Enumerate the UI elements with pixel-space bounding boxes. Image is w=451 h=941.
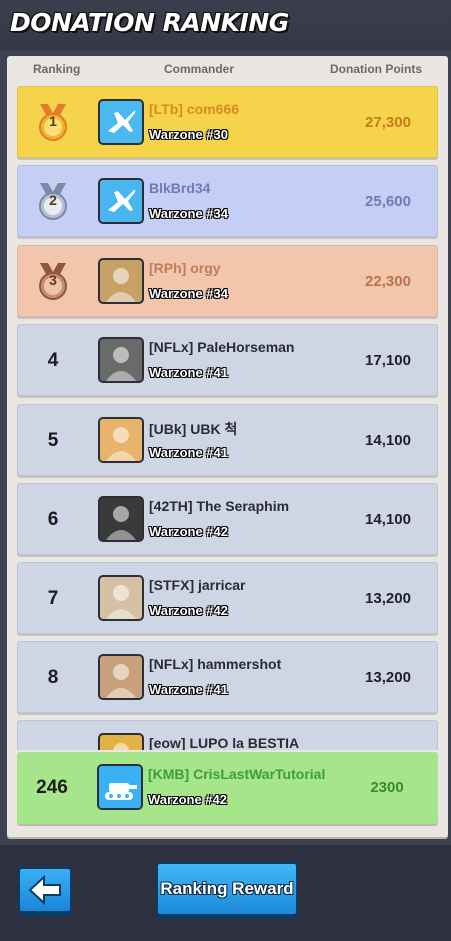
portrait-icon [98, 733, 144, 750]
ranking-reward-button[interactable]: Ranking Reward [156, 862, 298, 916]
rank-number: 7 [47, 588, 59, 609]
donation-points: 17,100 [365, 352, 411, 369]
rank-number: 2 [49, 192, 57, 208]
table-row[interactable]: 1 [LTb] com666 Warzone #30 27,300 [17, 86, 438, 158]
portrait-icon [98, 337, 144, 383]
portrait-icon [98, 496, 144, 542]
rank-number: 8 [47, 667, 59, 688]
warzone-label: Warzone #41 [149, 445, 228, 460]
warzone-label: Warzone #41 [149, 682, 228, 697]
header-commander: Commander [164, 62, 235, 76]
portrait-icon [98, 654, 144, 700]
back-button[interactable] [18, 867, 72, 913]
table-row[interactable]: 3 [RPh] orgy Warzone #34 22,300 [17, 245, 438, 317]
warzone-label: Warzone #41 [149, 365, 228, 380]
portrait-icon [98, 417, 144, 463]
my-rank: 246 [36, 777, 68, 798]
table-row[interactable]: 5 [UBk] UBK 척 Warzone #41 14,100 [17, 404, 438, 476]
ranking-panel: Ranking Commander Donation Points 1 [LTb]… [7, 56, 448, 837]
table-row[interactable]: 8 [NFLx] hammershot Warzone #41 13,200 [17, 641, 438, 713]
table-row[interactable]: 7 [STFX] jarricar Warzone #42 13,200 [17, 562, 438, 634]
tank-icon [97, 764, 143, 810]
commander-name: [RPh] orgy [149, 260, 221, 276]
warzone-label: Warzone #34 [149, 286, 228, 301]
donation-points: 14,100 [365, 432, 411, 449]
header-points: Donation Points [330, 62, 422, 76]
rank-number: 6 [47, 509, 59, 530]
my-donation-points: 2300 [370, 779, 404, 796]
portrait-icon [98, 575, 144, 621]
commander-name: [еоw] LUPO la BESTIA [149, 735, 300, 750]
warzone-label: Warzone #42 [149, 603, 228, 618]
commander-name: [NFLx] hammershot [149, 656, 282, 672]
header-ranking: Ranking [33, 62, 81, 76]
donation-points: 13,200 [365, 590, 411, 607]
ranking-list[interactable]: 1 [LTb] com666 Warzone #30 27,300 2 BlkBrd34 W… [7, 84, 448, 750]
table-row[interactable]: 4 [NFLx] PaleHorseman Warzone #41 17,100 [17, 324, 438, 396]
portrait-icon [98, 258, 144, 304]
warzone-label: Warzone #30 [149, 127, 228, 142]
commander-name: [UBk] UBK 척 [149, 421, 238, 437]
plane-icon [98, 178, 144, 224]
rank-number: 3 [49, 272, 57, 288]
my-ranking-row: 246 [KMB] CrisLastWarTutorial Warzone #4… [17, 752, 438, 824]
warzone-label: Warzone #34 [149, 206, 228, 221]
plane-icon [98, 99, 144, 145]
commander-name: [STFX] jarricar [149, 577, 246, 593]
commander-name: BlkBrd34 [149, 180, 211, 196]
donation-points: 27,300 [365, 114, 411, 131]
warzone-label: Warzone #42 [149, 524, 228, 539]
commander-name: [LTb] com666 [149, 101, 239, 117]
donation-points: 14,100 [365, 511, 411, 528]
page-title: DONATION RANKING [10, 8, 289, 37]
rank-number: 4 [47, 350, 59, 371]
table-header: Ranking Commander Donation Points [7, 56, 448, 84]
back-arrow-icon [28, 874, 61, 906]
my-warzone: Warzone #42 [148, 792, 227, 807]
donation-points: 25,600 [365, 193, 411, 210]
rank-number: 1 [49, 113, 57, 129]
rank-number: 5 [47, 430, 59, 451]
table-row[interactable]: 2 BlkBrd34 Warzone #34 25,600 [17, 165, 438, 237]
rank-number [18, 721, 88, 750]
table-row[interactable]: 6 [42TH] The Seraphim Warzone #42 14,100 [17, 483, 438, 555]
commander-name: [42TH] The Seraphim [149, 498, 290, 514]
commander-name: [NFLx] PaleHorseman [149, 339, 295, 355]
my-commander-name: [KMB] CrisLastWarTutorial [148, 766, 326, 782]
donation-points: 22,300 [365, 273, 411, 290]
donation-points: 13,200 [365, 669, 411, 686]
top-bar: DONATION RANKING [0, 0, 451, 50]
table-row[interactable]: [еоw] LUPO la BESTIA [17, 720, 438, 750]
